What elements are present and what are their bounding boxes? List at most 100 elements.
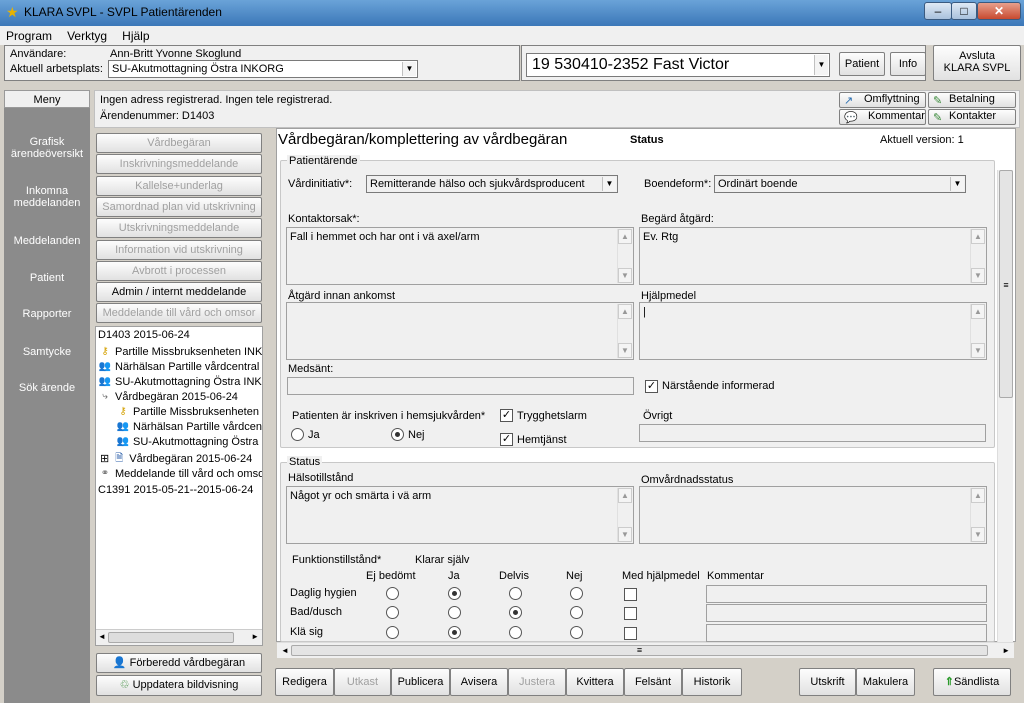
function-radio[interactable] <box>448 606 461 619</box>
maximize-button[interactable]: □ <box>951 2 977 20</box>
tree-hscrollbar[interactable]: ◄ ► <box>96 629 262 645</box>
scroll-up-icon[interactable]: ▲ <box>971 229 985 244</box>
medsant-field[interactable] <box>287 377 634 395</box>
narstaende-checkbox[interactable]: ✓ <box>645 380 658 393</box>
scroll-down-icon[interactable]: ▼ <box>618 527 632 542</box>
scroll-down-icon[interactable]: ▼ <box>618 268 632 283</box>
left-btn-avbrott[interactable]: Avbrott i processen <box>96 261 262 281</box>
kontaktorsak-field[interactable]: Fall i hemmet och har ont i vä axel/arm ▲… <box>286 227 634 285</box>
form-vscrollbar[interactable]: ≡ <box>997 170 1013 642</box>
historik-button[interactable]: Historik <box>682 668 742 696</box>
refresh-view-button[interactable]: ♲ Uppdatera bildvisning <box>96 675 262 696</box>
function-radio[interactable] <box>570 626 583 639</box>
begard-field[interactable]: Ev. Rtg ▲ ▼ <box>639 227 987 285</box>
scroll-up-icon[interactable]: ▲ <box>618 304 632 319</box>
scroll-right-icon[interactable]: ► <box>1002 646 1010 655</box>
sidebar-item-rapporter[interactable]: Rapporter <box>4 308 90 320</box>
ovrigt-field[interactable] <box>639 424 986 442</box>
redigera-button[interactable]: Redigera <box>275 668 334 696</box>
boendeform-select[interactable]: Ordinärt boende ▼ <box>714 175 966 193</box>
utskrift-button[interactable]: Utskrift <box>799 668 856 696</box>
menu-verktyg[interactable]: Verktyg <box>61 26 113 43</box>
utkast-button[interactable]: Utkast <box>334 668 391 696</box>
close-window-button[interactable]: ✕ <box>977 2 1021 20</box>
scroll-down-icon[interactable]: ▼ <box>971 343 985 358</box>
left-btn-kallelse[interactable]: Kallelse+underlag <box>96 176 262 196</box>
tree-item[interactable]: 👥 SU-Akutmottagning Östra INKOR <box>98 376 262 388</box>
omvard-field[interactable]: ▲ ▼ <box>639 486 987 544</box>
scroll-down-icon[interactable]: ▼ <box>618 343 632 358</box>
left-btn-inskrivning[interactable]: Inskrivningsmeddelande <box>96 154 262 174</box>
justera-button[interactable]: Justera <box>508 668 566 696</box>
tree-item[interactable]: 👥 SU-Akutmottagning Östra IN <box>116 436 262 448</box>
tree-item[interactable]: C1391 2015-05-21--2015-06-24 <box>98 484 253 496</box>
info-button[interactable]: Info <box>890 52 926 76</box>
function-radio[interactable] <box>386 626 399 639</box>
tree-item[interactable]: 👥 Närhälsan Partille vårdcentr <box>116 421 262 433</box>
tree-scroll-thumb[interactable] <box>108 632 234 643</box>
hjalpmedel-checkbox[interactable] <box>624 607 637 620</box>
scroll-right-icon[interactable]: ► <box>251 632 259 641</box>
minimize-button[interactable]: – <box>924 2 952 20</box>
sidebar-item-meddelanden[interactable]: Meddelanden <box>4 235 90 247</box>
kommentar-field[interactable] <box>706 585 987 603</box>
function-radio[interactable] <box>448 587 461 600</box>
left-btn-samordnad[interactable]: Samordnad plan vid utskrivning <box>96 197 262 217</box>
function-radio[interactable] <box>386 587 399 600</box>
left-btn-vardbegaran[interactable]: Vårdbegäran <box>96 133 262 153</box>
hemsjuk-ja-radio[interactable] <box>291 428 304 441</box>
form-vscroll-thumb[interactable]: ≡ <box>999 170 1013 398</box>
patient-button[interactable]: Patient <box>839 52 885 76</box>
felsant-button[interactable]: Felsänt <box>624 668 682 696</box>
atgard-field[interactable]: ▲ ▼ <box>286 302 634 360</box>
left-btn-utskrivning[interactable]: Utskrivningsmeddelande <box>96 218 262 238</box>
hjalpmedel-checkbox[interactable] <box>624 627 637 640</box>
halso-field[interactable]: Något yr och smärta i vä arm ▲ ▼ <box>286 486 634 544</box>
sidebar-item-samtycke[interactable]: Samtycke <box>4 346 90 358</box>
patient-select[interactable]: 19 530410-2352 Fast Victor ▼ <box>526 53 830 77</box>
left-btn-meddelande[interactable]: Meddelande till vård och omsor <box>96 303 262 323</box>
tree-item[interactable]: ⊞ 🗎 Vårdbegäran 2015-06-24 <box>100 452 252 465</box>
tree-item[interactable]: ⚷ Partille Missbruksenheten IN <box>116 406 262 418</box>
function-radio[interactable] <box>509 626 522 639</box>
function-radio[interactable] <box>570 606 583 619</box>
tree-item[interactable]: ⚭ Meddelande till vård och omsorg <box>98 468 262 480</box>
workplace-select[interactable]: SU-Akutmottagning Östra INKORG ▼ <box>108 60 418 78</box>
scroll-down-icon[interactable]: ▼ <box>971 268 985 283</box>
exit-button[interactable]: Avsluta KLARA SVPL <box>933 45 1021 81</box>
sidebar-item-grafisk[interactable]: Grafisk ärendeöversikt <box>4 136 90 160</box>
scroll-up-icon[interactable]: ▲ <box>971 488 985 503</box>
function-radio[interactable] <box>509 606 522 619</box>
hemsjuk-nej-radio[interactable] <box>391 428 404 441</box>
vardinitiativ-select[interactable]: Remitterande hälso och sjukvårdsproducen… <box>366 175 618 193</box>
prepared-request-button[interactable]: 👤 Förberedd vårdbegäran <box>96 653 262 673</box>
hjalpmedel-field[interactable]: | ▲ ▼ <box>639 302 987 360</box>
tree-item[interactable]: ⤷ Vårdbegäran 2015-06-24 <box>98 391 238 403</box>
sidebar-item-inkomna[interactable]: Inkomna meddelanden <box>4 185 90 209</box>
scroll-up-icon[interactable]: ▲ <box>618 488 632 503</box>
hjalpmedel-checkbox[interactable] <box>624 588 637 601</box>
kommentar-button[interactable]: 💬 Kommentar <box>839 109 926 125</box>
function-radio[interactable] <box>386 606 399 619</box>
omflyttning-button[interactable]: ↗ Omflyttning <box>839 92 926 108</box>
sidebar-item-sok[interactable]: Sök ärende <box>4 382 90 394</box>
kommentar-field[interactable] <box>706 604 987 622</box>
tree-item[interactable]: D1403 2015-06-24 <box>98 329 190 341</box>
sandlista-button[interactable]: ⇑Sändlista <box>933 668 1011 696</box>
publicera-button[interactable]: Publicera <box>391 668 450 696</box>
form-hscroll-thumb[interactable]: ≡ <box>291 645 988 656</box>
form-hscrollbar[interactable]: ◄ ≡ ► <box>277 642 1014 658</box>
scroll-up-icon[interactable]: ▲ <box>618 229 632 244</box>
function-radio[interactable] <box>509 587 522 600</box>
kommentar-field[interactable] <box>706 624 987 642</box>
menu-hjalp[interactable]: Hjälp <box>116 26 155 43</box>
scroll-left-icon[interactable]: ◄ <box>281 646 289 655</box>
makulera-button[interactable]: Makulera <box>856 668 915 696</box>
avisera-button[interactable]: Avisera <box>450 668 508 696</box>
expand-icon[interactable]: ⊞ <box>100 453 109 465</box>
tree-item[interactable]: ⚷ Partille Missbruksenheten INKOR <box>98 346 262 358</box>
scroll-down-icon[interactable]: ▼ <box>971 527 985 542</box>
sidebar-header[interactable]: Meny <box>4 90 90 108</box>
kvittera-button[interactable]: Kvittera <box>566 668 624 696</box>
function-radio[interactable] <box>570 587 583 600</box>
